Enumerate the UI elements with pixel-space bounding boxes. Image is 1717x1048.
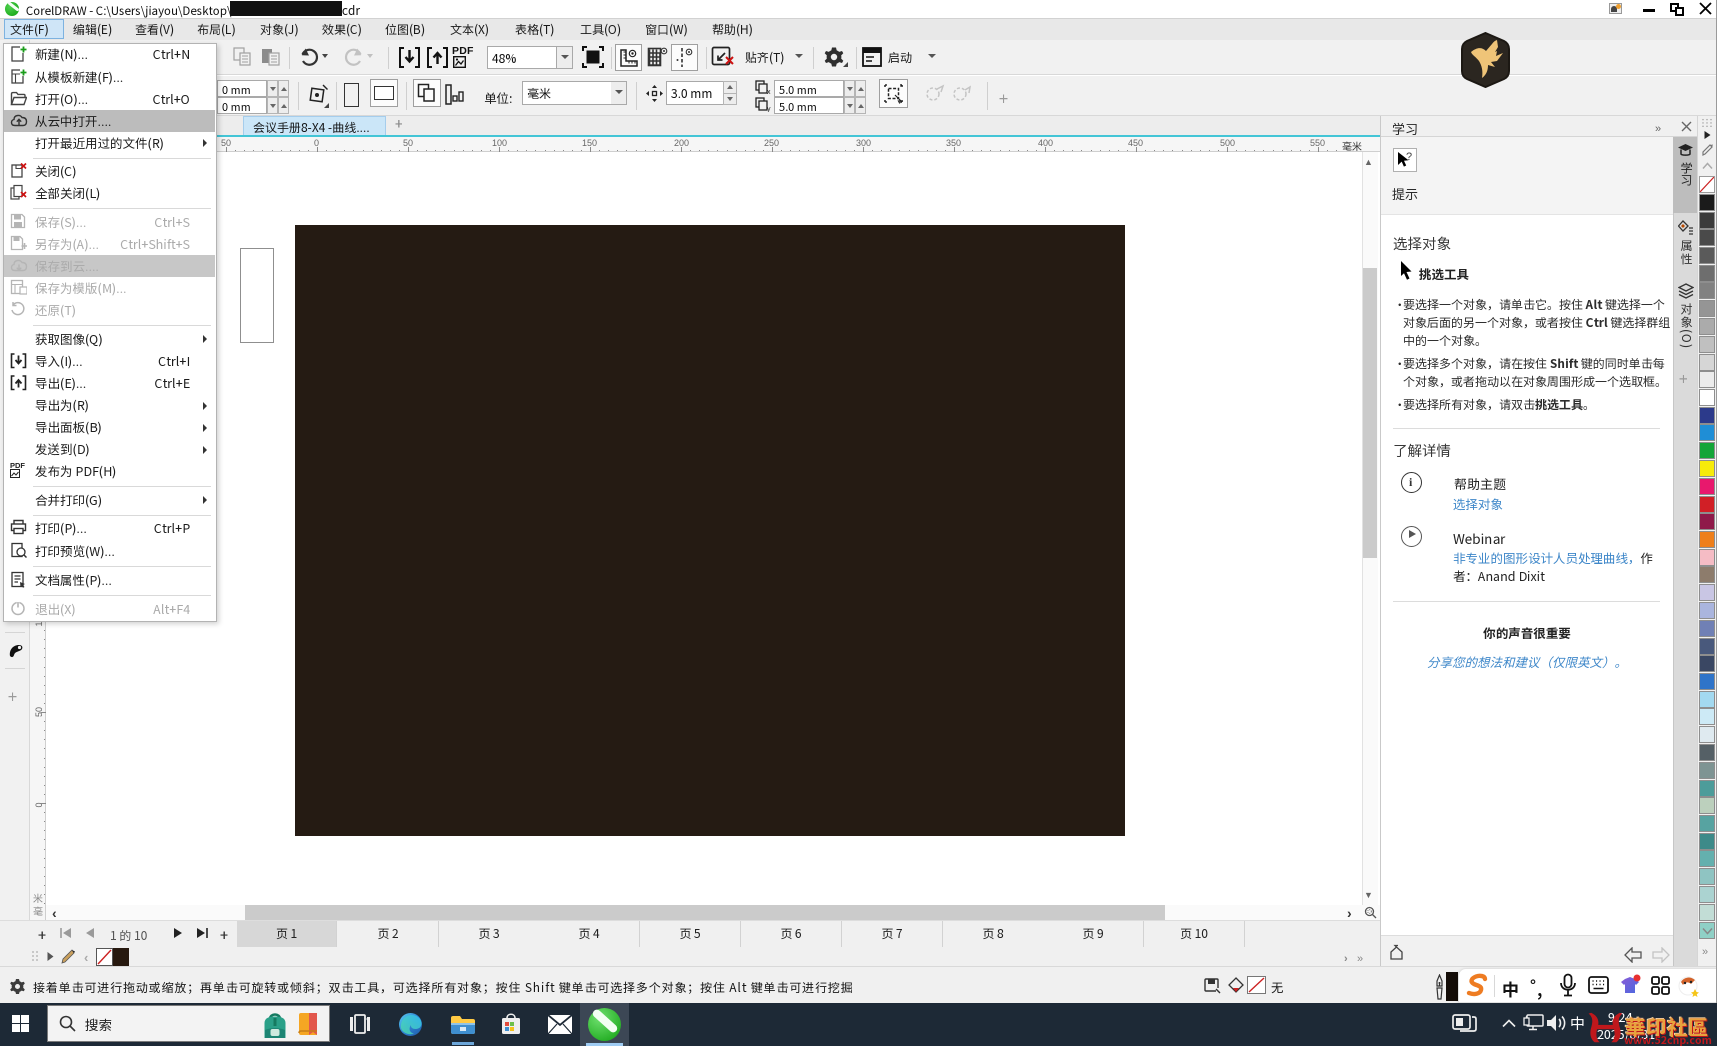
svg-text:y: y — [767, 106, 771, 112]
svg-text:x: x — [767, 89, 771, 95]
svg-text:?: ? — [1406, 151, 1412, 163]
